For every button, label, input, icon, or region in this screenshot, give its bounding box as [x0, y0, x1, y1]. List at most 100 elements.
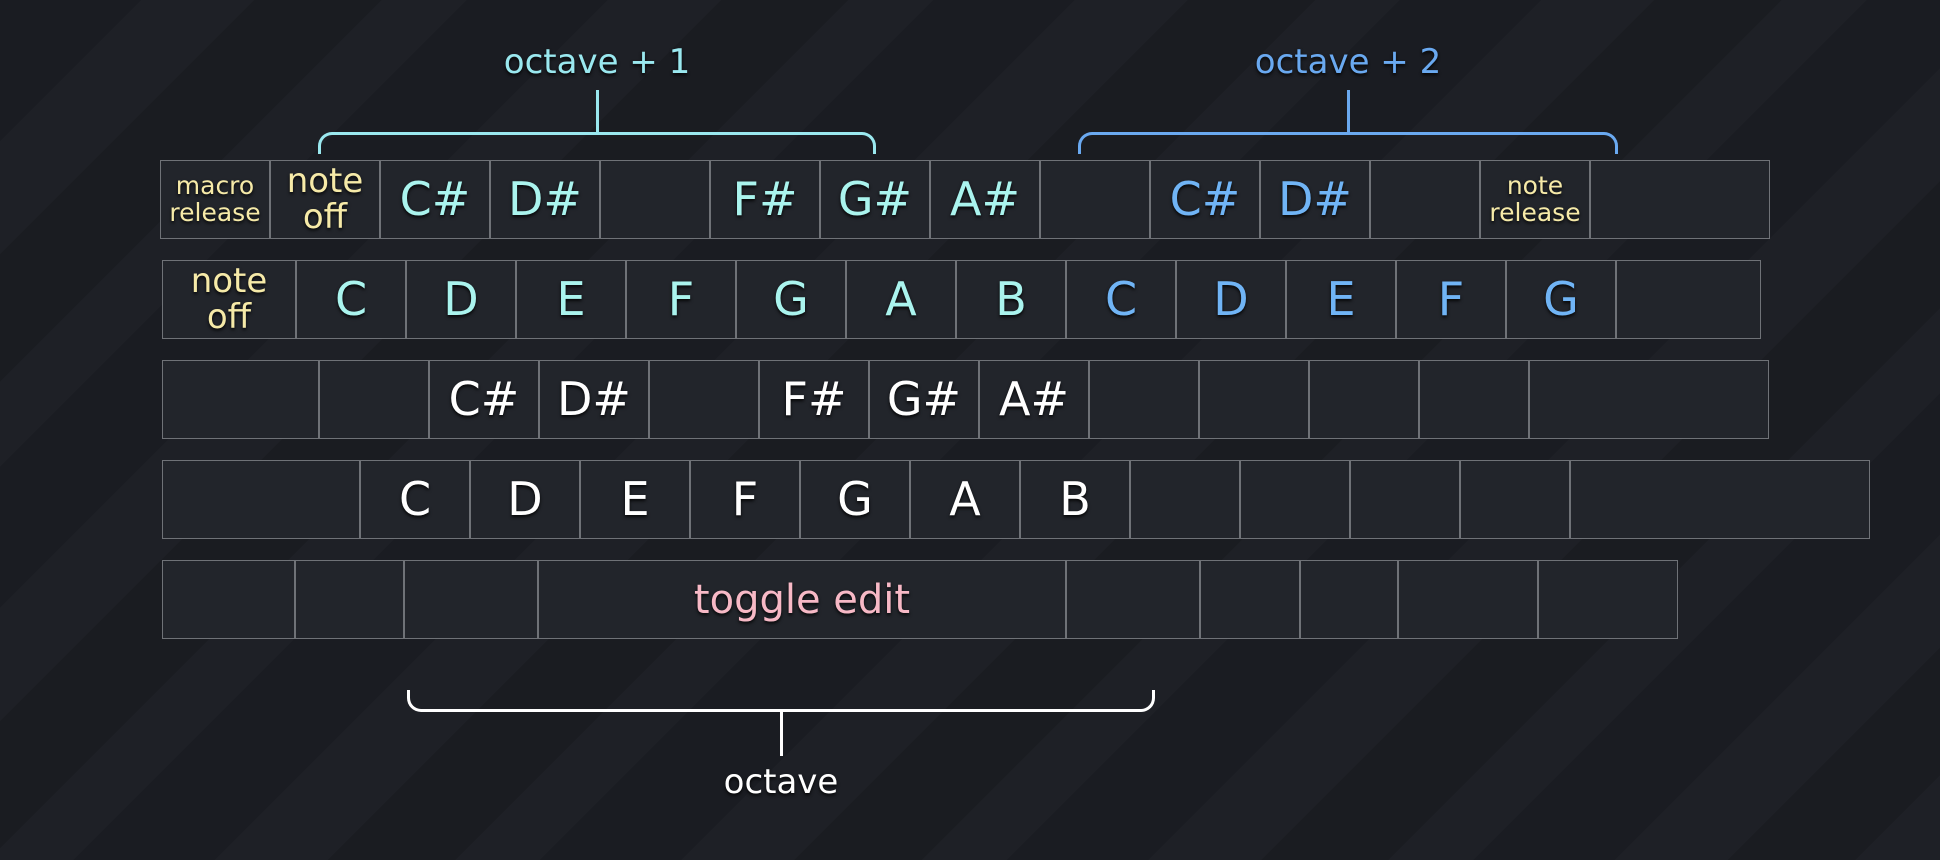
key-note-off[interactable]: note off	[162, 260, 296, 339]
key-blank-r1-c12[interactable]	[1370, 160, 1480, 239]
key-c[interactable]: C	[296, 260, 406, 339]
keyboard-mapping-diagram: octave + 1 octave + 2 macro release note …	[0, 0, 1940, 860]
key-blank-r3-c12[interactable]	[1419, 360, 1529, 439]
octave-label: octave	[723, 762, 839, 802]
key-blank-r5-c1[interactable]	[162, 560, 295, 639]
key-blank-r4-c13[interactable]	[1570, 460, 1870, 539]
key-label: note off	[190, 260, 268, 337]
octave-plus-2-tick	[1347, 90, 1350, 132]
key-grid: macro release note off C# D# F# G# A# C# D# note …	[160, 160, 1870, 639]
key-blank-r1-c5[interactable]	[600, 160, 710, 239]
key-g[interactable]: G	[1506, 260, 1616, 339]
key-label: D	[507, 472, 543, 527]
key-label: G#	[837, 172, 913, 227]
octave-plus-2-label: octave + 2	[1254, 42, 1442, 82]
key-label: D#	[557, 372, 631, 427]
octave-plus-1-label: octave + 1	[503, 42, 691, 82]
key-a[interactable]: A	[846, 260, 956, 339]
key-blank-r4-c12[interactable]	[1460, 460, 1570, 539]
key-label: C#	[448, 372, 520, 427]
key-a[interactable]: A	[910, 460, 1020, 539]
key-label: B	[1059, 472, 1091, 527]
key-csharp[interactable]: C#	[1150, 160, 1260, 239]
key-label: D	[1213, 272, 1249, 327]
key-g[interactable]: G	[736, 260, 846, 339]
key-fsharp[interactable]: F#	[759, 360, 869, 439]
key-e[interactable]: E	[516, 260, 626, 339]
key-label: C#	[1169, 172, 1241, 227]
key-label: G#	[886, 372, 962, 427]
key-blank-r3-c9[interactable]	[1089, 360, 1199, 439]
key-label: F	[667, 272, 695, 327]
key-note-release[interactable]: note release	[1480, 160, 1590, 239]
key-e[interactable]: E	[1286, 260, 1396, 339]
key-b[interactable]: B	[1020, 460, 1130, 539]
key-d[interactable]: D	[470, 460, 580, 539]
key-label: A	[949, 472, 981, 527]
key-label: D#	[1278, 172, 1352, 227]
key-label: F	[1437, 272, 1465, 327]
octave-plus-1-bracket	[318, 132, 876, 154]
key-e[interactable]: E	[580, 460, 690, 539]
key-blank-r3-c5[interactable]	[649, 360, 759, 439]
key-blank-r4-c10[interactable]	[1240, 460, 1350, 539]
key-blank-r5-c2[interactable]	[295, 560, 404, 639]
key-blank-r5-c9[interactable]	[1538, 560, 1678, 639]
key-label: C	[1104, 272, 1138, 327]
key-label: D#	[508, 172, 582, 227]
key-blank-r4-c1[interactable]	[162, 460, 360, 539]
key-label: E	[556, 272, 586, 327]
key-blank-r5-c7[interactable]	[1300, 560, 1398, 639]
key-blank-r5-c8[interactable]	[1398, 560, 1538, 639]
key-blank-r5-c5[interactable]	[1066, 560, 1200, 639]
key-csharp[interactable]: C#	[429, 360, 539, 439]
key-label: C	[334, 272, 368, 327]
key-csharp[interactable]: C#	[380, 160, 490, 239]
key-label: A	[885, 272, 917, 327]
key-c[interactable]: C	[1066, 260, 1176, 339]
key-blank-r3-c10[interactable]	[1199, 360, 1309, 439]
key-label: note off	[286, 160, 364, 237]
key-dsharp[interactable]: D#	[539, 360, 649, 439]
key-c[interactable]: C	[360, 460, 470, 539]
key-blank-r4-c11[interactable]	[1350, 460, 1460, 539]
key-label: A#	[949, 172, 1020, 227]
key-blank-r3-c11[interactable]	[1309, 360, 1419, 439]
key-d[interactable]: D	[406, 260, 516, 339]
key-label: F#	[732, 172, 798, 227]
key-label: note release	[1489, 171, 1581, 227]
key-label: B	[995, 272, 1027, 327]
key-macro-release[interactable]: macro release	[160, 160, 270, 239]
octave-bracket	[407, 690, 1155, 712]
key-dsharp[interactable]: D#	[1260, 160, 1370, 239]
key-blank-r3-c1[interactable]	[162, 360, 319, 439]
key-d[interactable]: D	[1176, 260, 1286, 339]
key-g[interactable]: G	[800, 460, 910, 539]
key-asharp[interactable]: A#	[930, 160, 1040, 239]
key-b[interactable]: B	[956, 260, 1066, 339]
key-f[interactable]: F	[1396, 260, 1506, 339]
key-blank-r4-c9[interactable]	[1130, 460, 1240, 539]
key-label: G	[837, 472, 873, 527]
key-fsharp[interactable]: F#	[710, 160, 820, 239]
key-blank-r1-c14[interactable]	[1590, 160, 1770, 239]
key-label: macro release	[169, 171, 261, 227]
key-label: G	[1543, 272, 1579, 327]
key-dsharp[interactable]: D#	[490, 160, 600, 239]
key-blank-r5-c6[interactable]	[1200, 560, 1300, 639]
key-toggle-edit[interactable]: toggle edit	[538, 560, 1066, 639]
key-asharp[interactable]: A#	[979, 360, 1089, 439]
key-blank-r2-c14[interactable]	[1616, 260, 1761, 339]
key-label: toggle edit	[693, 576, 911, 623]
key-blank-r5-c3[interactable]	[404, 560, 538, 639]
key-f[interactable]: F	[690, 460, 800, 539]
key-gsharp[interactable]: G#	[820, 160, 930, 239]
key-label: F	[731, 472, 759, 527]
key-note-off[interactable]: note off	[270, 160, 380, 239]
key-label: E	[1326, 272, 1356, 327]
key-f[interactable]: F	[626, 260, 736, 339]
key-blank-r3-c2[interactable]	[319, 360, 429, 439]
key-blank-r1-c9[interactable]	[1040, 160, 1150, 239]
key-blank-r3-c13[interactable]	[1529, 360, 1769, 439]
key-gsharp[interactable]: G#	[869, 360, 979, 439]
